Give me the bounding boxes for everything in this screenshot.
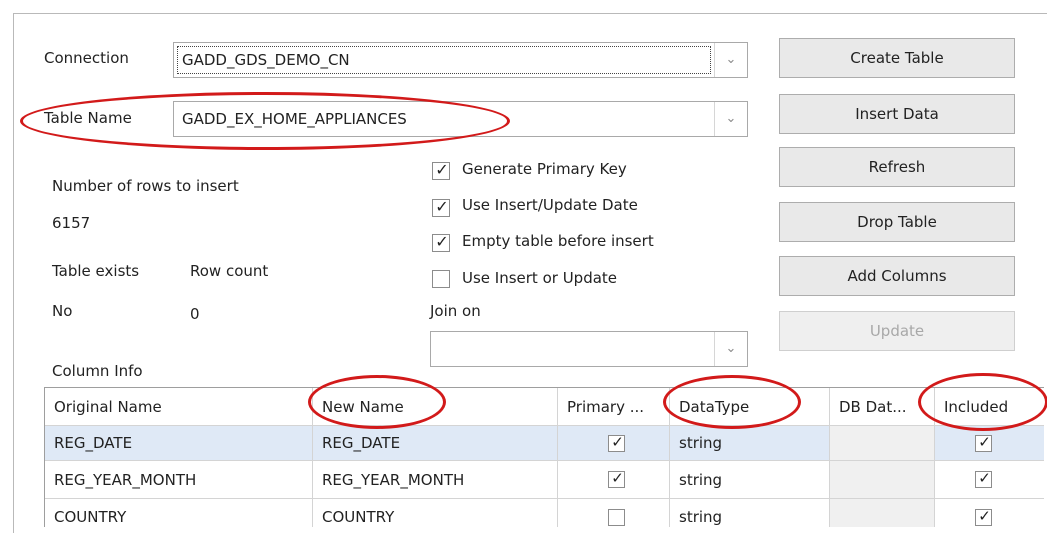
column-header-datatype[interactable]: DataType: [670, 388, 830, 426]
refresh-button[interactable]: Refresh: [779, 147, 1015, 187]
column-header-original-name[interactable]: Original Name: [45, 388, 313, 426]
rows-to-insert-value: 6157: [52, 214, 91, 232]
use-insert-or-update-checkbox[interactable]: [432, 270, 450, 288]
rows-to-insert-label: Number of rows to insert: [52, 177, 239, 195]
table-row-original[interactable]: REG_DATE: [45, 426, 313, 461]
table-name-label: Table Name: [44, 109, 132, 127]
checkmark-icon: ✓: [978, 507, 991, 525]
table-row-datatype[interactable]: string: [670, 426, 830, 461]
included-checkbox[interactable]: ✓: [975, 507, 992, 526]
table-name-combobox[interactable]: GADD_EX_HOME_APPLIANCES ⌄: [173, 101, 748, 137]
insert-data-button[interactable]: Insert Data: [779, 94, 1015, 134]
connection-label: Connection: [44, 49, 129, 67]
table-row-original[interactable]: COUNTRY: [45, 499, 313, 527]
update-button: Update: [779, 311, 1015, 351]
table-row-included[interactable]: ✓: [935, 461, 1044, 499]
use-insert-update-date-checkbox[interactable]: ✓: [432, 197, 450, 217]
table-row-primary[interactable]: ✓: [558, 426, 670, 461]
row-count-value: 0: [190, 305, 200, 323]
table-row-datatype[interactable]: string: [670, 499, 830, 527]
table-row-datatype[interactable]: string: [670, 461, 830, 499]
connection-value: GADD_GDS_DEMO_CN: [182, 51, 350, 69]
table-row-original[interactable]: REG_YEAR_MONTH: [45, 461, 313, 499]
table-row-db-datatype: [830, 499, 935, 527]
table-name-value: GADD_EX_HOME_APPLIANCES: [182, 110, 407, 128]
generate-primary-key-label[interactable]: Generate Primary Key: [462, 160, 627, 178]
included-checkbox[interactable]: ✓: [975, 469, 992, 488]
checkmark-icon: ✓: [978, 469, 991, 487]
table-exists-value: No: [52, 302, 73, 320]
primary-key-checkbox[interactable]: [608, 509, 625, 526]
join-on-label: Join on: [430, 302, 481, 320]
table-row-primary[interactable]: [558, 499, 670, 527]
table-row-new-name[interactable]: COUNTRY: [313, 499, 558, 527]
primary-key-checkbox[interactable]: ✓: [608, 433, 625, 452]
column-info-label: Column Info: [52, 362, 143, 380]
column-header-included[interactable]: Included: [935, 388, 1044, 426]
table-row-db-datatype: [830, 426, 935, 461]
primary-key-checkbox[interactable]: ✓: [608, 469, 625, 488]
checkmark-icon: ✓: [611, 469, 624, 487]
join-on-combobox[interactable]: ⌄: [430, 331, 748, 367]
add-columns-button[interactable]: Add Columns: [779, 256, 1015, 296]
table-exists-label: Table exists: [52, 262, 140, 280]
drop-table-button[interactable]: Drop Table: [779, 202, 1015, 242]
checkmark-icon: ✓: [435, 160, 449, 179]
table-row-included[interactable]: ✓: [935, 426, 1044, 461]
empty-table-before-insert-label[interactable]: Empty table before insert: [462, 232, 654, 250]
table-row-db-datatype: [830, 461, 935, 499]
connection-combobox[interactable]: GADD_GDS_DEMO_CN ⌄: [173, 42, 748, 78]
empty-table-before-insert-checkbox[interactable]: ✓: [432, 232, 450, 252]
included-checkbox[interactable]: ✓: [975, 433, 992, 452]
chevron-down-icon[interactable]: ⌄: [714, 332, 747, 366]
row-count-label: Row count: [190, 262, 269, 280]
table-row-primary[interactable]: ✓: [558, 461, 670, 499]
create-table-button[interactable]: Create Table: [779, 38, 1015, 78]
checkmark-icon: ✓: [435, 232, 449, 251]
use-insert-update-date-label[interactable]: Use Insert/Update Date: [462, 196, 638, 214]
table-row-new-name[interactable]: REG_DATE: [313, 426, 558, 461]
chevron-down-icon[interactable]: ⌄: [714, 102, 747, 136]
checkmark-icon: ✓: [611, 433, 624, 451]
column-header-db-datatype[interactable]: DB Dat...: [830, 388, 935, 426]
table-row-included[interactable]: ✓: [935, 499, 1044, 527]
column-header-new-name[interactable]: New Name: [313, 388, 558, 426]
generate-primary-key-checkbox[interactable]: ✓: [432, 160, 450, 180]
use-insert-or-update-label[interactable]: Use Insert or Update: [462, 269, 617, 287]
chevron-down-icon[interactable]: ⌄: [714, 43, 747, 77]
table-row-new-name[interactable]: REG_YEAR_MONTH: [313, 461, 558, 499]
column-info-grid: Original Name New Name Primary ... DataT…: [44, 387, 1044, 527]
checkmark-icon: ✓: [435, 197, 449, 216]
column-header-primary[interactable]: Primary ...: [558, 388, 670, 426]
checkmark-icon: ✓: [978, 433, 991, 451]
